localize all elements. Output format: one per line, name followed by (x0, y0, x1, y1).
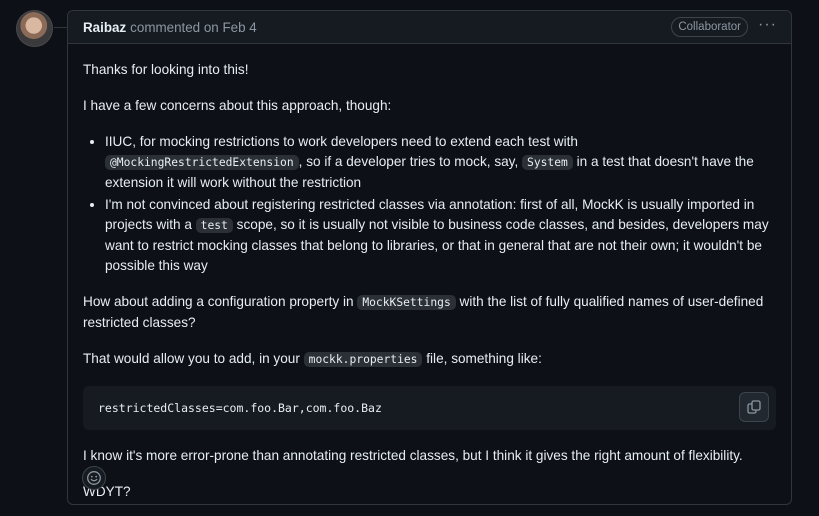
paragraph-proposal: How about adding a configuration propert… (83, 292, 776, 333)
inline-code: test (195, 218, 233, 233)
comment-header: Raibaz commented on Feb 4 Collaborator ·… (68, 11, 791, 44)
text: How about adding a configuration propert… (83, 294, 358, 309)
add-reaction-button[interactable] (82, 466, 106, 490)
inline-code: mockk.properties (303, 352, 423, 367)
copy-icon (747, 400, 761, 414)
text: , so if a developer tries to mock, say, (298, 154, 523, 169)
text: IIUC, for mocking restrictions to work d… (105, 134, 578, 149)
text: file, something like: (422, 351, 542, 366)
author-name[interactable]: Raibaz (83, 20, 126, 35)
paragraph-properties: That would allow you to add, in your moc… (83, 349, 776, 370)
paragraph-concerns: I have a few concerns about this approac… (83, 98, 392, 113)
paragraph-thanks: Thanks for looking into this! (83, 62, 249, 77)
timeline-connector (54, 27, 67, 28)
comment-card: Raibaz commented on Feb 4 Collaborator ·… (67, 10, 792, 505)
text: That would allow you to add, in your (83, 351, 304, 366)
inline-code: MockKSettings (357, 295, 456, 310)
inline-code: @MockingRestrictedExtension (105, 155, 299, 170)
comment-body: Thanks for looking into this! I have a f… (68, 44, 791, 502)
comment-timestamp[interactable]: commented on Feb 4 (130, 20, 257, 35)
kebab-horizontal-icon[interactable]: ··· (758, 17, 777, 34)
list-item: IIUC, for mocking restrictions to work d… (105, 132, 776, 193)
concerns-list: IIUC, for mocking restrictions to work d… (83, 132, 776, 276)
smiley-icon (87, 471, 101, 485)
copy-button[interactable] (739, 392, 769, 422)
code-content[interactable]: restrictedClasses=com.foo.Bar,com.foo.Ba… (98, 398, 382, 418)
role-badge: Collaborator (671, 17, 749, 37)
code-block: restrictedClasses=com.foo.Bar,com.foo.Ba… (83, 386, 776, 430)
list-item: I'm not convinced about registering rest… (105, 195, 776, 276)
paragraph-wdyt: WDYT? (83, 484, 131, 499)
paragraph-tradeoff: I know it's more error-prone than annota… (83, 448, 743, 463)
avatar[interactable] (16, 10, 53, 47)
inline-code: System (522, 155, 573, 170)
